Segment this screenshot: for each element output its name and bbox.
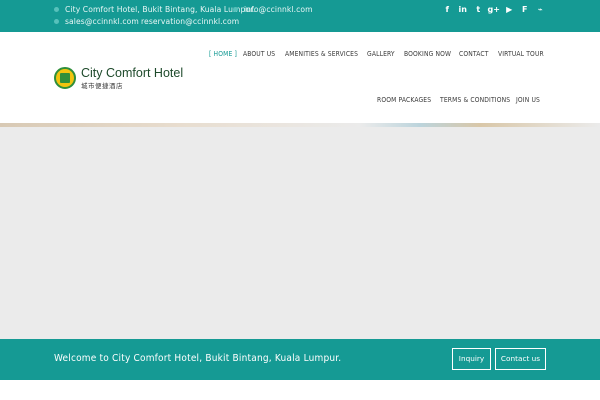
nav-virtual-tour[interactable]: VIRTUAL TOUR	[498, 50, 544, 58]
hero-slider[interactable]	[0, 127, 600, 339]
youtube-icon[interactable]: ▶	[502, 3, 518, 17]
address-text: City Comfort Hotel, Bukit Bintang, Kuala…	[65, 5, 256, 14]
top-contact-bar: City Comfort Hotel, Bukit Bintang, Kuala…	[0, 0, 600, 32]
google-plus-icon[interactable]: g+	[486, 3, 502, 17]
nav-contact[interactable]: CONTACT	[459, 50, 489, 58]
address-contact: City Comfort Hotel, Bukit Bintang, Kuala…	[54, 5, 255, 14]
nav-room-packages[interactable]: ROOM PACKAGES	[377, 96, 431, 104]
facebook-icon[interactable]: f	[440, 3, 456, 17]
nav-booking-now[interactable]: BOOKING NOW	[404, 50, 451, 58]
nav-about-us[interactable]: ABOUT US	[243, 50, 275, 58]
nav-amenities[interactable]: AMENITIES & SERVICES	[285, 50, 358, 58]
welcome-bar: Welcome to City Comfort Hotel, Bukit Bin…	[0, 339, 600, 380]
logo-emblem-icon	[54, 67, 76, 89]
hotel-logo[interactable]: City Comfort Hotel 城市便捷酒店	[54, 66, 183, 90]
site-header: City Comfort Hotel 城市便捷酒店 [ HOME ] ABOUT…	[0, 32, 600, 123]
info-email-link[interactable]: info@ccinnkl.com	[244, 5, 313, 14]
location-icon	[54, 7, 59, 12]
social-links: f in t g+ ▶ F ⌁	[440, 3, 549, 17]
twitter-icon[interactable]: t	[471, 3, 487, 17]
mail-icon	[233, 7, 238, 12]
nav-gallery[interactable]: GALLERY	[367, 50, 395, 58]
reservation-email-contact[interactable]: reservation@ccinnkl.com	[141, 17, 239, 26]
rss-icon[interactable]: ⌁	[533, 3, 549, 17]
nav-home[interactable]: [ HOME ]	[209, 50, 237, 58]
mail-icon	[54, 19, 59, 24]
linkedin-icon[interactable]: in	[455, 3, 471, 17]
welcome-text: Welcome to City Comfort Hotel, Bukit Bin…	[54, 353, 342, 364]
logo-name: City Comfort Hotel	[81, 66, 184, 80]
nav-join-us[interactable]: JOIN US	[516, 96, 540, 104]
page-bottom	[0, 380, 600, 400]
foursquare-icon[interactable]: F	[517, 3, 533, 17]
sales-email-contact[interactable]: sales@ccinnkl.com	[54, 17, 139, 26]
info-email-contact[interactable]: info@ccinnkl.com	[233, 5, 313, 14]
contact-us-button[interactable]: Contact us	[495, 348, 546, 370]
sales-email-link[interactable]: sales@ccinnkl.com	[65, 17, 139, 26]
reservation-email-link[interactable]: reservation@ccinnkl.com	[141, 17, 239, 26]
logo-subtitle: 城市便捷酒店	[81, 82, 123, 90]
inquiry-button[interactable]: Inquiry	[452, 348, 491, 370]
nav-terms-conditions[interactable]: TERMS & CONDITIONS	[440, 96, 510, 104]
